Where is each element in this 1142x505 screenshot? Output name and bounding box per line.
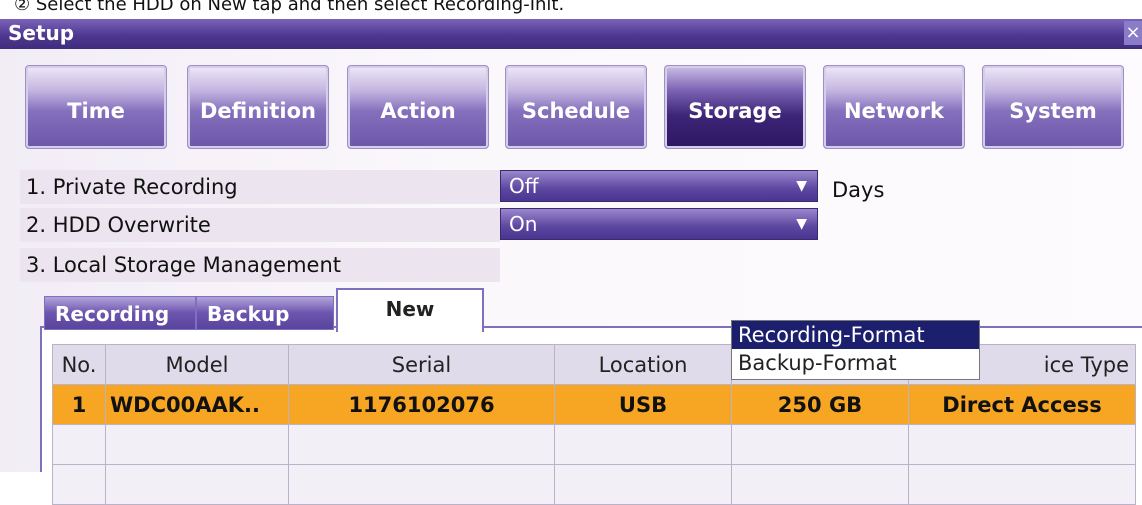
tab-network[interactable]: Network (823, 65, 965, 149)
format-context-menu: Recording-Format Backup-Format (731, 320, 980, 380)
subtab-new[interactable]: New (336, 288, 484, 332)
cell-model: WDC00AAK.. (105, 384, 289, 425)
cell-device-type: Direct Access (908, 384, 1136, 425)
header-serial: Serial (288, 344, 555, 385)
cell-serial: 1176102076 (288, 384, 555, 425)
hdd-overwrite-dropdown[interactable]: On ▼ (500, 208, 818, 240)
table-row[interactable] (52, 464, 1136, 505)
menu-item-backup-format[interactable]: Backup-Format (732, 349, 979, 377)
table-row[interactable] (52, 424, 1136, 465)
table-row[interactable]: 1 WDC00AAK.. 1176102076 USB 250 GB Direc… (52, 384, 1136, 425)
cell-location: USB (554, 384, 732, 425)
window-titlebar: Setup × (0, 19, 1142, 49)
hdd-overwrite-label: 2. HDD Overwrite (20, 208, 500, 242)
hdd-overwrite-value: On (509, 212, 538, 236)
private-recording-dropdown[interactable]: Off ▼ (500, 170, 818, 202)
tab-schedule[interactable]: Schedule (505, 65, 647, 149)
private-recording-label: 1. Private Recording (20, 170, 500, 204)
tab-action[interactable]: Action (347, 65, 489, 149)
tab-storage[interactable]: Storage (664, 65, 806, 149)
days-unit-label: Days (832, 178, 885, 202)
header-model: Model (105, 344, 289, 385)
close-icon[interactable]: × (1124, 21, 1142, 45)
menu-item-recording-format[interactable]: Recording-Format (732, 321, 979, 349)
cell-capacity: 250 GB (731, 384, 909, 425)
instruction-caption: ② Select the HDD on New tap and then sel… (14, 0, 565, 15)
chevron-down-icon: ▼ (796, 216, 807, 232)
header-no: No. (52, 344, 106, 385)
cell-no: 1 (52, 384, 106, 425)
tab-time[interactable]: Time (25, 65, 167, 149)
subtab-recording[interactable]: Recording (44, 296, 196, 330)
chevron-down-icon: ▼ (796, 178, 807, 194)
tab-system[interactable]: System (982, 65, 1124, 149)
tab-definition[interactable]: Definition (187, 65, 329, 149)
local-storage-label: 3. Local Storage Management (20, 248, 500, 282)
private-recording-value: Off (509, 174, 539, 198)
window-title: Setup (8, 21, 75, 45)
header-location: Location (554, 344, 732, 385)
subtab-backup[interactable]: Backup (196, 296, 334, 330)
